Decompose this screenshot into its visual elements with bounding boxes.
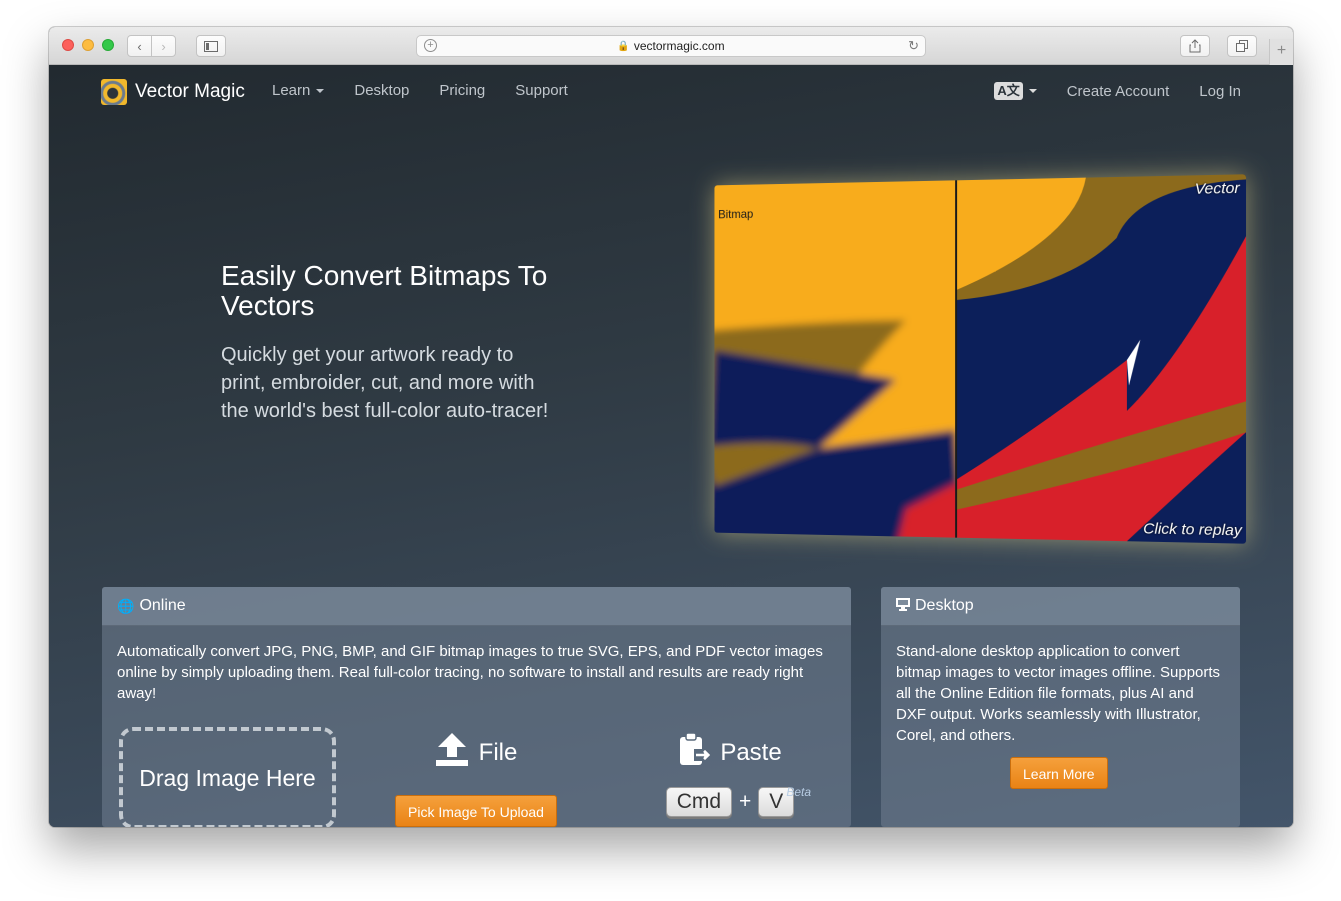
desktop-description: Stand-alone desktop application to conve… <box>896 643 1221 744</box>
page: Vector Magic Learn Desktop Pricing Suppo… <box>49 65 1293 827</box>
online-panel-title: Online <box>139 597 186 614</box>
sidebar-toggle-button[interactable] <box>196 35 226 57</box>
desktop-panel: Desktop Stand-alone desktop application … <box>881 587 1240 827</box>
nav-links: Learn Desktop Pricing Support <box>272 82 598 99</box>
online-panel: 🌐 Online Automatically convert JPG, PNG,… <box>102 587 851 827</box>
hero-title: Easily Convert Bitmaps To Vectors <box>221 260 548 321</box>
beta-badge: Beta <box>786 785 811 799</box>
desktop-icon <box>896 598 910 614</box>
back-button[interactable]: ‹ <box>127 35 152 57</box>
paste-label: Paste <box>720 739 782 766</box>
file-label: File <box>478 739 518 766</box>
nav-desktop[interactable]: Desktop <box>354 82 409 99</box>
brand-name: Vector Magic <box>135 81 245 102</box>
share-button[interactable] <box>1180 35 1210 57</box>
bitmap-vector-demo[interactable]: Bitmap Vector Click to replay <box>714 174 1247 544</box>
desktop-learn-more-wrap: Learn More <box>1010 757 1108 789</box>
share-icon <box>1189 39 1201 53</box>
clipboard-paste-icon <box>678 731 711 775</box>
demo-artwork <box>714 174 1247 544</box>
add-bookmark-icon[interactable]: + <box>424 39 437 52</box>
pick-image-button[interactable]: Pick Image To Upload <box>395 795 557 827</box>
new-tab-button[interactable]: + <box>1269 39 1293 65</box>
replay-link[interactable]: Click to replay <box>1143 520 1242 539</box>
caret-down-icon <box>316 88 325 93</box>
language-selector[interactable]: A文 <box>994 82 1037 100</box>
show-tabs-button[interactable] <box>1227 35 1257 57</box>
chevron-left-icon: ‹ <box>137 38 142 54</box>
drop-zone-label: Drag Image Here <box>139 764 316 791</box>
learn-more-button[interactable]: Learn More <box>1010 757 1108 789</box>
translate-icon: A文 <box>994 82 1023 100</box>
nav-learn[interactable]: Learn <box>272 82 325 99</box>
forward-button[interactable]: › <box>151 35 176 57</box>
address-url: vectormagic.com <box>633 39 725 53</box>
paste-heading: Paste <box>640 731 820 775</box>
vector-magic-logo-icon <box>101 79 127 105</box>
browser-window: ‹ › + 🔒 vectormagic.com ↻ + Vector Magic… <box>49 27 1293 827</box>
browser-toolbar: ‹ › + 🔒 vectormagic.com ↻ + <box>49 27 1293 65</box>
paste-block: Paste Cmd + V Beta <box>640 731 820 817</box>
globe-icon: 🌐 <box>117 597 135 614</box>
plus-sign: + <box>739 790 752 813</box>
desktop-panel-title: Desktop <box>915 597 974 614</box>
upload-icon <box>435 731 469 775</box>
nav-right: A文 Create Account Log In <box>994 82 1241 100</box>
sidebar-icon <box>204 40 218 52</box>
drop-zone[interactable]: Drag Image Here <box>119 727 336 827</box>
nav-support[interactable]: Support <box>515 82 568 99</box>
address-bar[interactable]: + 🔒 vectormagic.com ↻ <box>416 35 926 57</box>
login-link[interactable]: Log In <box>1199 83 1241 100</box>
desktop-panel-header: Desktop <box>881 587 1240 626</box>
minimize-window-button[interactable] <box>82 39 94 51</box>
caret-down-icon <box>1028 89 1037 93</box>
cmd-key: Cmd <box>665 787 733 817</box>
lock-icon: 🔒 <box>617 40 630 52</box>
bitmap-label: Bitmap <box>718 206 754 222</box>
vector-label: Vector <box>1194 179 1240 198</box>
nav-pricing[interactable]: Pricing <box>439 82 485 99</box>
close-window-button[interactable] <box>62 39 74 51</box>
tabs-icon <box>1236 40 1248 52</box>
brand-link[interactable]: Vector Magic <box>101 79 245 105</box>
plus-icon: + <box>1276 42 1287 59</box>
navbar: Vector Magic Learn Desktop Pricing Suppo… <box>49 65 1293 117</box>
reload-icon[interactable]: ↻ <box>908 38 919 54</box>
file-upload-block: File Pick Image To Upload <box>394 733 558 827</box>
nav-learn-label: Learn <box>272 82 311 99</box>
paste-shortcut: Cmd + V Beta <box>640 785 820 817</box>
create-account-link[interactable]: Create Account <box>1067 83 1170 100</box>
chevron-right-icon: › <box>161 38 166 54</box>
online-panel-header: 🌐 Online <box>102 587 851 626</box>
file-heading: File <box>394 733 558 773</box>
online-description: Automatically convert JPG, PNG, BMP, and… <box>117 643 823 702</box>
hero-subtitle: Quickly get your artwork ready to print,… <box>221 344 549 422</box>
zoom-window-button[interactable] <box>102 39 114 51</box>
